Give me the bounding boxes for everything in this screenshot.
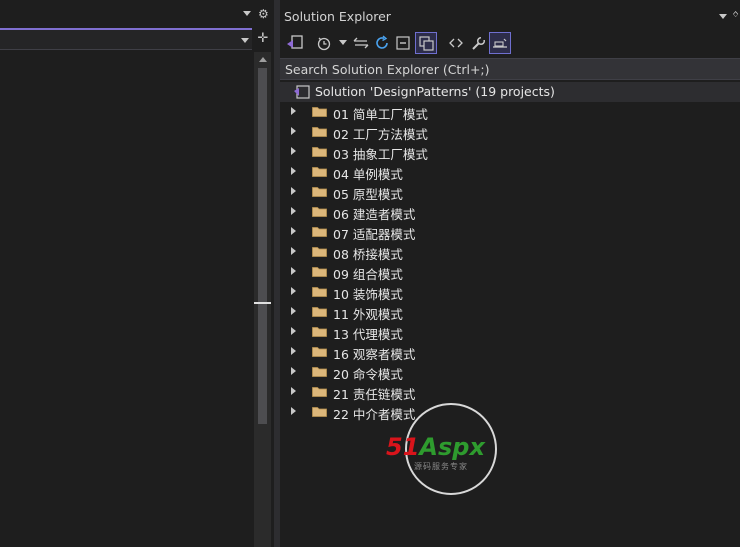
expand-arrow-icon[interactable] — [291, 147, 296, 155]
vs-switch-views-icon[interactable] — [284, 32, 306, 54]
expand-arrow-icon[interactable] — [291, 187, 296, 195]
project-label: 09 组合模式 — [333, 267, 403, 282]
expand-arrow-icon[interactable] — [291, 327, 296, 335]
project-node[interactable]: 01 简单工厂模式 — [280, 102, 740, 122]
project-label: 08 桥接模式 — [333, 247, 403, 262]
project-label: 02 工厂方法模式 — [333, 127, 428, 142]
project-node[interactable]: 07 适配器模式 — [280, 222, 740, 242]
expand-arrow-icon[interactable] — [291, 407, 296, 415]
folder-icon — [312, 127, 327, 137]
chevron-down-icon[interactable] — [719, 14, 727, 19]
code-view-icon[interactable] — [446, 32, 466, 54]
folder-icon — [312, 287, 327, 297]
expand-arrow-icon[interactable] — [291, 307, 296, 315]
project-label: 20 命令模式 — [333, 367, 403, 382]
project-label: 05 原型模式 — [333, 187, 403, 202]
watermark-logo: 51Aspx 源码服务专家 — [386, 403, 516, 495]
left-pane: ⚙ ✛ — [0, 0, 274, 547]
expand-arrow-icon[interactable] — [291, 107, 296, 115]
split-icon[interactable]: ✛ — [254, 30, 272, 48]
expand-arrow-icon[interactable] — [291, 127, 296, 135]
project-label: 03 抽象工厂模式 — [333, 147, 428, 162]
folder-icon — [312, 407, 327, 417]
expand-arrow-icon[interactable] — [291, 287, 296, 295]
expand-arrow-icon[interactable] — [291, 347, 296, 355]
chevron-down-icon[interactable] — [337, 32, 349, 54]
solution-icon — [294, 85, 310, 99]
collapse-all-icon[interactable] — [394, 32, 412, 54]
project-node[interactable]: 05 原型模式 — [280, 182, 740, 202]
history-icon[interactable] — [314, 32, 334, 54]
folder-icon — [312, 267, 327, 277]
project-node[interactable]: 02 工厂方法模式 — [280, 122, 740, 142]
expand-arrow-icon[interactable] — [291, 247, 296, 255]
project-node[interactable]: 21 责任链模式 — [280, 382, 740, 402]
expand-arrow-icon[interactable] — [291, 167, 296, 175]
project-node[interactable]: 08 桥接模式 — [280, 242, 740, 262]
project-label: 07 适配器模式 — [333, 227, 416, 242]
sync-icon[interactable] — [352, 32, 370, 54]
folder-icon — [312, 327, 327, 337]
solution-explorer-toolbar — [280, 30, 740, 57]
watermark-brand: 51Aspx — [386, 433, 485, 461]
preview-selected-icon[interactable] — [489, 32, 511, 54]
scroll-position-marker — [254, 302, 271, 304]
folder-icon — [312, 107, 327, 117]
expand-arrow-icon[interactable] — [291, 207, 296, 215]
chevron-down-icon[interactable] — [241, 38, 249, 43]
expand-arrow-icon[interactable] — [291, 227, 296, 235]
folder-icon — [312, 167, 327, 177]
watermark-subtitle: 源码服务专家 — [414, 462, 468, 471]
project-label: 04 单例模式 — [333, 167, 403, 182]
project-node[interactable]: 11 外观模式 — [280, 302, 740, 322]
project-node[interactable]: 16 观察者模式 — [280, 342, 740, 362]
scrollbar-thumb[interactable] — [258, 68, 267, 424]
project-label: 11 外观模式 — [333, 307, 403, 322]
solution-node[interactable]: Solution 'DesignPatterns' (19 projects) — [280, 82, 740, 102]
gear-icon[interactable]: ⚙ — [258, 7, 269, 21]
folder-icon — [312, 187, 327, 197]
project-node[interactable]: 04 单例模式 — [280, 162, 740, 182]
folder-icon — [312, 347, 327, 357]
project-label: 06 建造者模式 — [333, 207, 416, 222]
folder-icon — [312, 147, 327, 157]
left-pane-header: ⚙ — [0, 0, 274, 28]
project-label: 01 简单工厂模式 — [333, 107, 428, 122]
project-node[interactable]: 13 代理模式 — [280, 322, 740, 342]
folder-icon — [312, 247, 327, 257]
show-all-files-icon[interactable] — [415, 32, 437, 54]
expand-arrow-icon[interactable] — [291, 267, 296, 275]
search-placeholder: Search Solution Explorer (Ctrl+;) — [285, 62, 490, 77]
project-node[interactable]: 09 组合模式 — [280, 262, 740, 282]
expand-arrow-icon[interactable] — [291, 387, 296, 395]
folder-icon — [312, 367, 327, 377]
properties-wrench-icon[interactable] — [469, 32, 487, 54]
project-node[interactable]: 10 装饰模式 — [280, 282, 740, 302]
solution-explorer-titlebar: Solution Explorer ᛜ — [280, 0, 740, 30]
project-node[interactable]: 03 抽象工厂模式 — [280, 142, 740, 162]
project-node[interactable]: 20 命令模式 — [280, 362, 740, 382]
vertical-scrollbar[interactable] — [254, 52, 271, 547]
search-input[interactable]: Search Solution Explorer (Ctrl+;) — [280, 58, 740, 80]
folder-icon — [312, 387, 327, 397]
scroll-up-icon[interactable] — [259, 57, 267, 62]
folder-icon — [312, 207, 327, 217]
chevron-down-icon[interactable] — [243, 11, 251, 16]
project-node[interactable]: 06 建造者模式 — [280, 202, 740, 222]
project-label: 21 责任链模式 — [333, 387, 416, 402]
refresh-icon[interactable] — [373, 32, 391, 54]
ide-window: ⚙ ✛ Solution Explorer ᛜ Search Solution … — [0, 0, 740, 547]
folder-icon — [312, 307, 327, 317]
solution-label: Solution 'DesignPatterns' (19 projects) — [315, 84, 555, 99]
project-label: 10 装饰模式 — [333, 287, 403, 302]
expand-arrow-icon[interactable] — [291, 367, 296, 375]
pin-icon[interactable]: ᛜ — [732, 8, 739, 22]
project-label: 13 代理模式 — [333, 327, 403, 342]
folder-icon — [312, 227, 327, 237]
project-label: 16 观察者模式 — [333, 347, 416, 362]
left-pane-dropdown[interactable] — [0, 28, 252, 50]
solution-explorer-title: Solution Explorer — [284, 9, 391, 24]
